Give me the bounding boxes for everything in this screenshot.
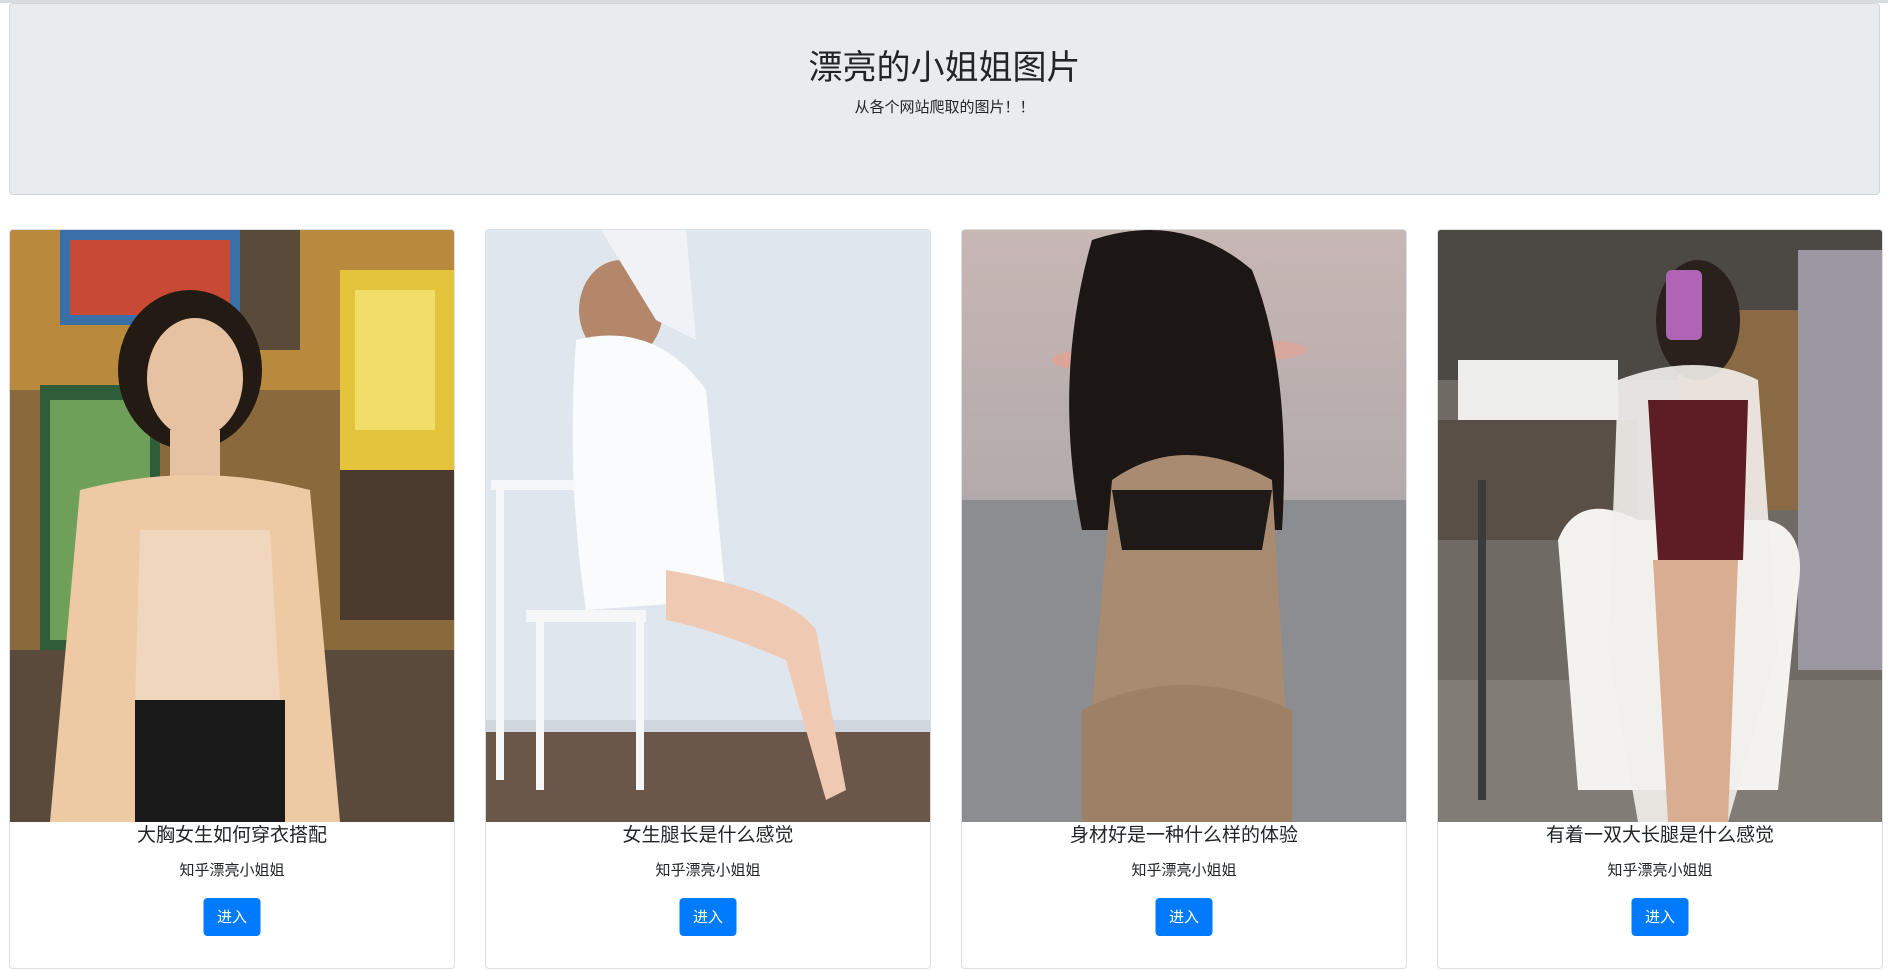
card-title: 有着一双大长腿是什么感觉 bbox=[1545, 824, 1774, 846]
card-image[interactable] bbox=[1438, 230, 1882, 822]
card-text: 知乎漂亮小姐姐 bbox=[1607, 861, 1713, 879]
card-text: 知乎漂亮小姐姐 bbox=[179, 861, 285, 879]
card-title: 女生腿长是什么感觉 bbox=[622, 824, 794, 846]
page-title: 漂亮的小姐姐图片 bbox=[808, 48, 1081, 88]
jumbotron-header: 漂亮的小姐姐图片 从各个网站爬取的图片！！ bbox=[9, 3, 1880, 195]
photo-card: 有着一双大长腿是什么感觉 知乎漂亮小姐姐 进入 bbox=[1437, 229, 1883, 969]
card-image[interactable] bbox=[486, 230, 930, 822]
enter-button[interactable]: 进入 bbox=[1155, 898, 1213, 936]
photo-card: 大胸女生如何穿衣搭配 知乎漂亮小姐姐 进入 bbox=[9, 229, 455, 969]
photo-card: 身材好是一种什么样的体验 知乎漂亮小姐姐 进入 bbox=[961, 229, 1407, 969]
card-grid: 大胸女生如何穿衣搭配 知乎漂亮小姐姐 进入 女生腿长是什么感觉 知乎漂亮小姐姐 bbox=[9, 229, 1883, 969]
card-title: 大胸女生如何穿衣搭配 bbox=[136, 824, 327, 846]
page-subtitle: 从各个网站爬取的图片！！ bbox=[854, 98, 1035, 116]
card-image[interactable] bbox=[962, 230, 1406, 822]
card-image[interactable] bbox=[10, 230, 454, 822]
card-text: 知乎漂亮小姐姐 bbox=[655, 861, 761, 879]
photo-card: 女生腿长是什么感觉 知乎漂亮小姐姐 进入 bbox=[485, 229, 931, 969]
enter-button[interactable]: 进入 bbox=[203, 898, 261, 936]
card-text: 知乎漂亮小姐姐 bbox=[1131, 861, 1237, 879]
card-title: 身材好是一种什么样的体验 bbox=[1069, 824, 1298, 846]
enter-button[interactable]: 进入 bbox=[679, 898, 737, 936]
enter-button[interactable]: 进入 bbox=[1631, 898, 1689, 936]
